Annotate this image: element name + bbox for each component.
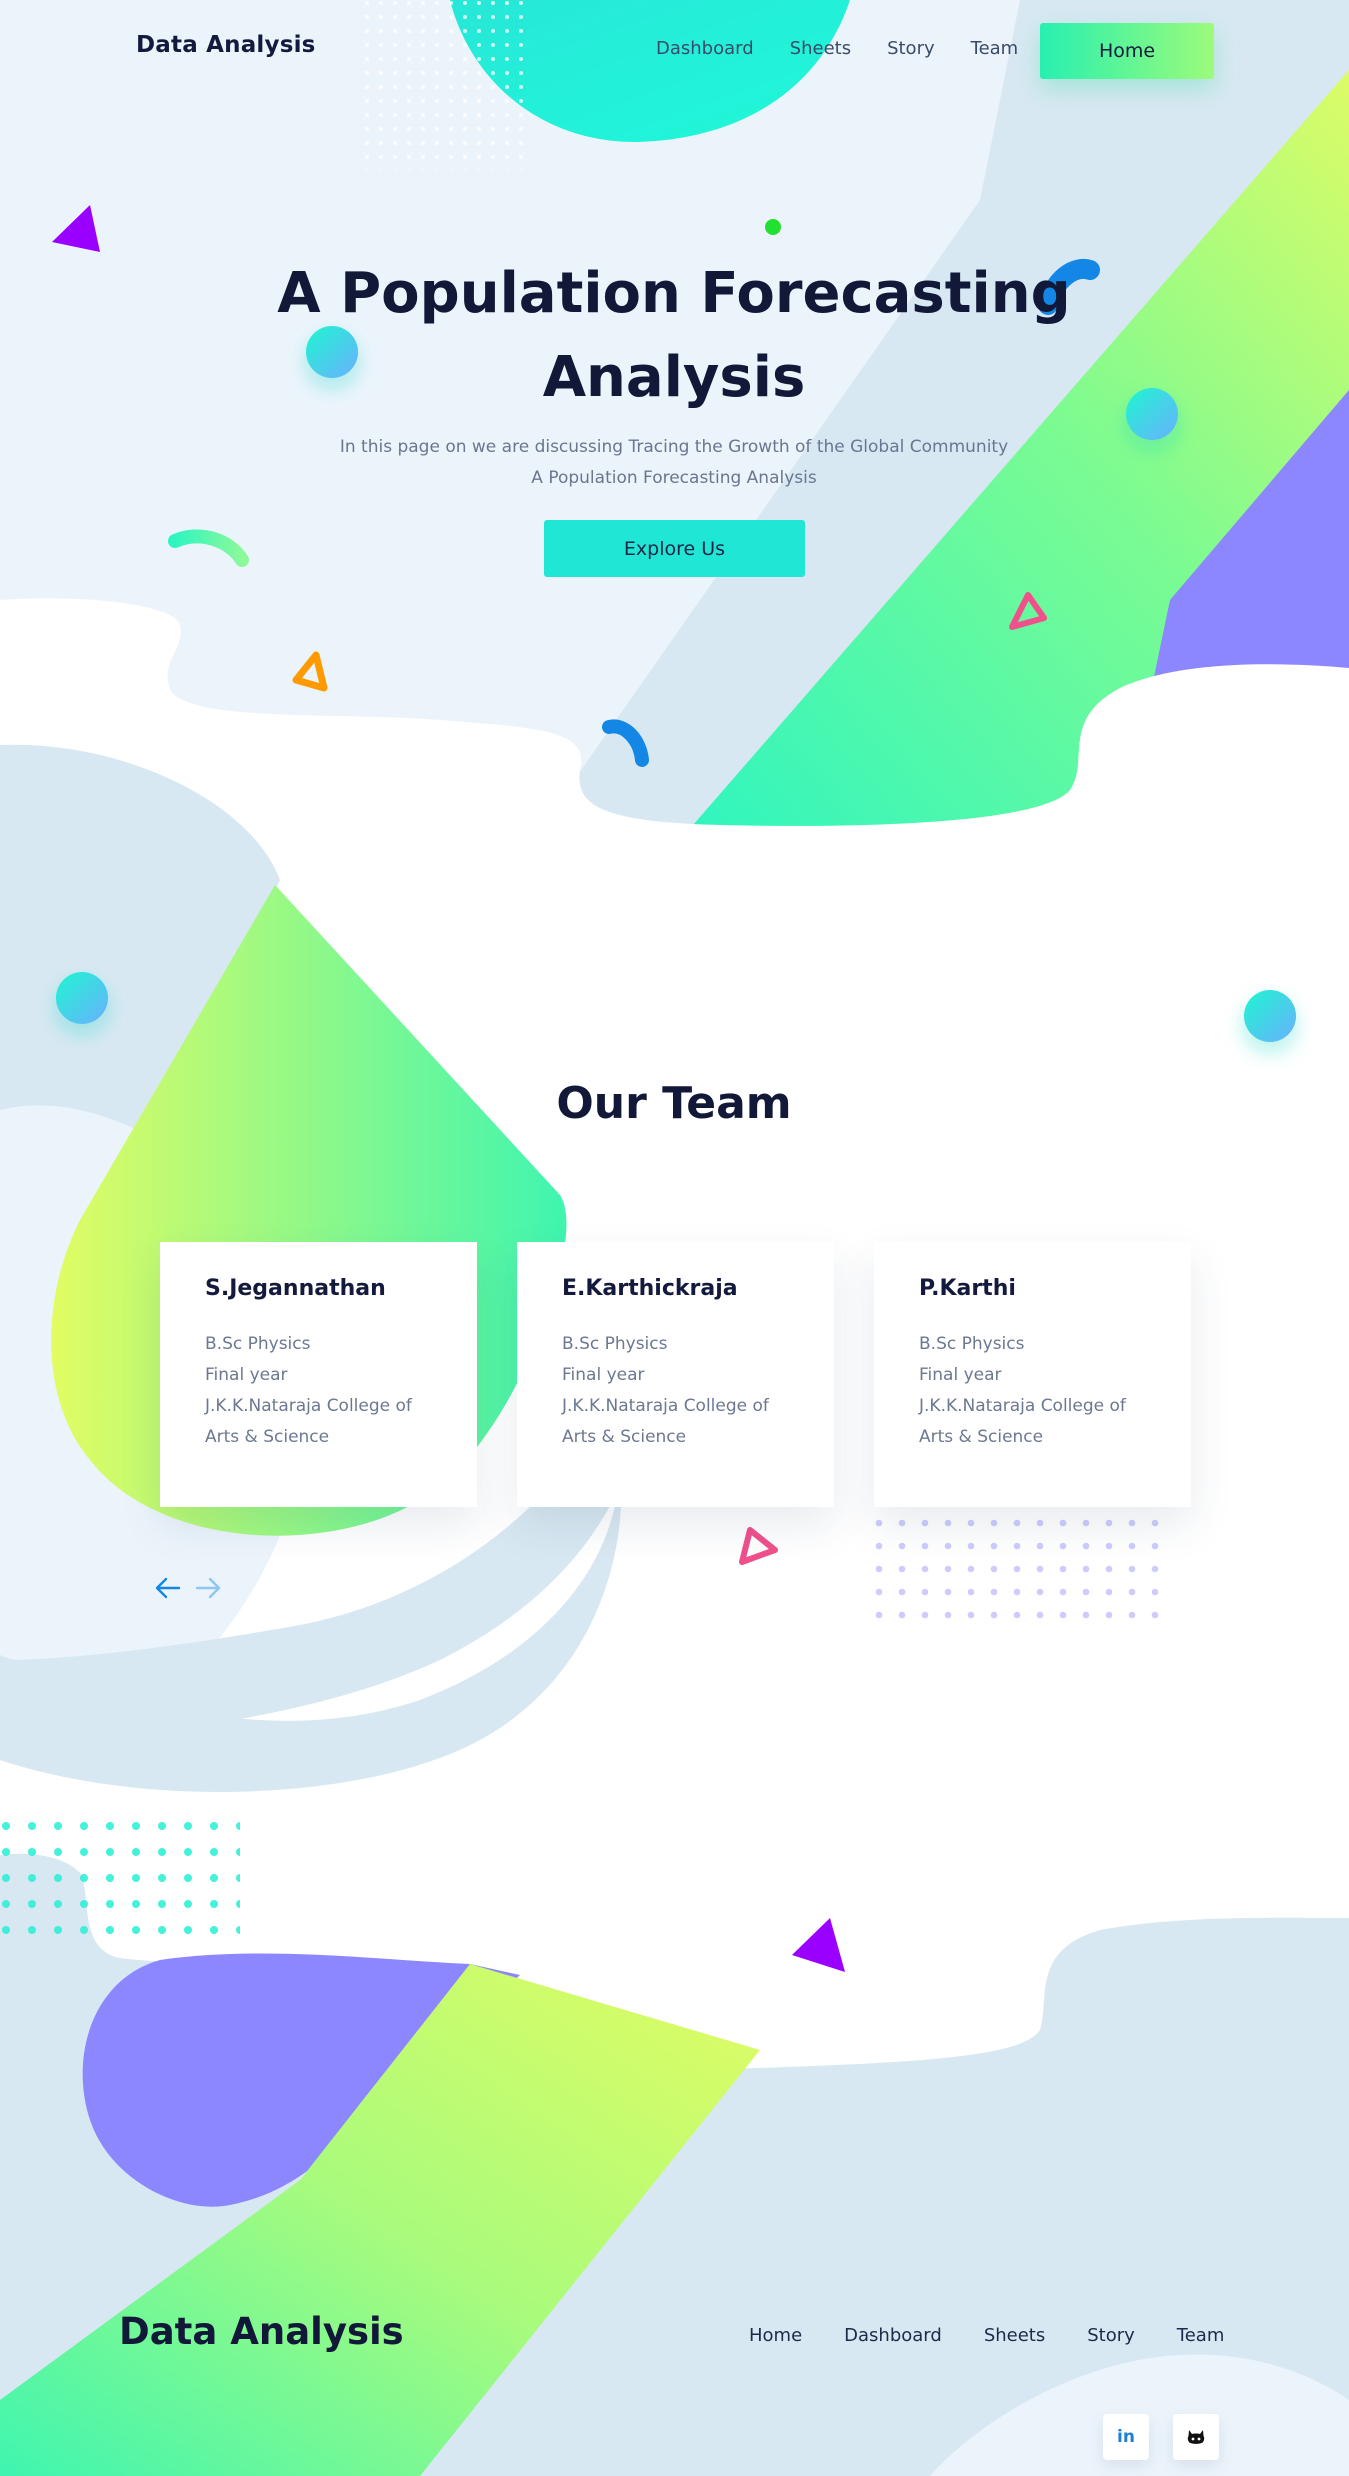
- member-degree: B.Sc Physics: [205, 1334, 311, 1354]
- footer-brand[interactable]: Data Analysis: [119, 2310, 404, 2353]
- team-title: Our Team: [556, 1078, 792, 1129]
- member-college-cont: Arts & Science: [205, 1427, 330, 1447]
- member-year: Final year: [919, 1365, 1002, 1385]
- github-button[interactable]: [1173, 2414, 1219, 2460]
- hero-subtitle-line1: In this page on we are discussing Tracin…: [339, 437, 1009, 457]
- member-degree: B.Sc Physics: [562, 1334, 668, 1354]
- member-name: P.Karthi: [919, 1276, 1016, 1301]
- footer-nav-dashboard[interactable]: Dashboard: [844, 2325, 942, 2346]
- member-college: J.K.K.Nataraja College of: [205, 1396, 412, 1416]
- member-college-cont: Arts & Science: [919, 1427, 1044, 1447]
- top-nav: Dashboard Sheets Story Team: [656, 38, 1018, 59]
- explore-button[interactable]: Explore Us: [544, 520, 805, 577]
- footer-nav-team[interactable]: Team: [1177, 2325, 1225, 2346]
- nav-item-team[interactable]: Team: [971, 38, 1019, 59]
- team-card: E.Karthickraja B.Sc Physics Final year J…: [517, 1242, 834, 1507]
- hero-subtitle-line2: A Population Forecasting Analysis: [531, 468, 817, 488]
- hero-title-line1: A Population Forecasting: [277, 261, 1071, 326]
- nav-item-story[interactable]: Story: [887, 38, 935, 59]
- team-card: P.Karthi B.Sc Physics Final year J.K.K.N…: [874, 1242, 1191, 1507]
- nav-item-dashboard[interactable]: Dashboard: [656, 38, 754, 59]
- member-college-cont: Arts & Science: [562, 1427, 687, 1447]
- hero-subtitle: In this page on we are discussing Tracin…: [274, 432, 1074, 494]
- footer-nav-story[interactable]: Story: [1087, 2325, 1135, 2346]
- linkedin-button[interactable]: in: [1103, 2414, 1149, 2460]
- footer-nav-sheets[interactable]: Sheets: [984, 2325, 1045, 2346]
- home-button[interactable]: Home: [1040, 23, 1214, 79]
- arrow-right-icon[interactable]: [194, 1576, 222, 1600]
- member-year: Final year: [562, 1365, 645, 1385]
- team-card: S.Jegannathan B.Sc Physics Final year J.…: [160, 1242, 477, 1507]
- member-name: S.Jegannathan: [205, 1276, 386, 1301]
- brand-logo[interactable]: Data Analysis: [136, 32, 316, 58]
- github-icon: [1187, 2430, 1205, 2444]
- footer-nav: Home Dashboard Sheets Story Team: [749, 2325, 1224, 2346]
- member-degree: B.Sc Physics: [919, 1334, 1025, 1354]
- hero-title-line2: Analysis: [542, 345, 806, 410]
- member-year: Final year: [205, 1365, 288, 1385]
- nav-item-sheets[interactable]: Sheets: [790, 38, 851, 59]
- arrow-left-icon[interactable]: [154, 1576, 182, 1600]
- linkedin-icon: in: [1117, 2427, 1135, 2447]
- footer-nav-home[interactable]: Home: [749, 2325, 802, 2346]
- member-name: E.Karthickraja: [562, 1276, 738, 1301]
- hero-title: A Population Forecasting Analysis: [274, 252, 1074, 420]
- member-college: J.K.K.Nataraja College of: [919, 1396, 1126, 1416]
- member-college: J.K.K.Nataraja College of: [562, 1396, 769, 1416]
